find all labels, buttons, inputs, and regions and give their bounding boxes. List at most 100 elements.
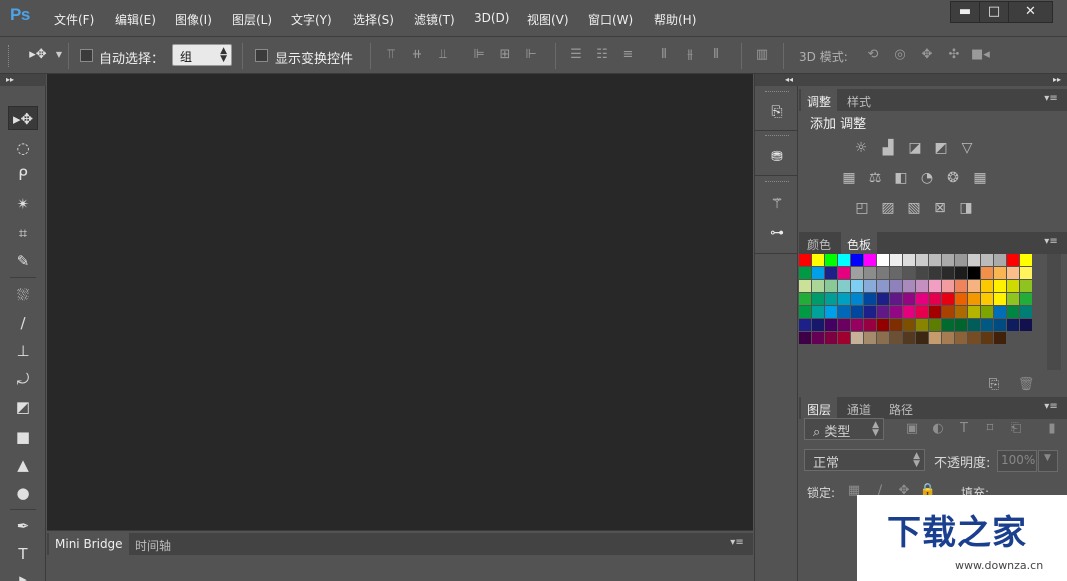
lasso-tool-icon[interactable]: ᑭ (8, 163, 38, 187)
color-swatch[interactable] (955, 306, 968, 319)
color-swatch[interactable] (1007, 293, 1020, 306)
color-swatch[interactable] (799, 319, 812, 332)
align-vcenter-icon[interactable]: ⧺ (408, 46, 426, 64)
options-grip[interactable] (8, 45, 11, 67)
black-white-icon[interactable]: ◧ (891, 169, 911, 187)
filter-adjustment-icon[interactable]: ◐ (929, 420, 947, 438)
color-swatch[interactable] (877, 293, 890, 306)
opacity-input[interactable]: 100% (997, 450, 1037, 472)
color-swatch[interactable] (968, 332, 981, 345)
distribute-hcenter-icon[interactable]: ⫵ (681, 46, 699, 64)
history-panel-icon[interactable]: ⎘ (764, 101, 790, 123)
color-swatch[interactable] (864, 319, 877, 332)
color-swatch[interactable] (825, 306, 838, 319)
move-tool-icon[interactable]: ▸✥ (8, 106, 38, 130)
marquee-tool-icon[interactable]: ◌ (8, 136, 38, 160)
color-swatch[interactable] (955, 293, 968, 306)
crop-tool-icon[interactable]: ⌗ (8, 221, 38, 245)
color-swatch[interactable] (799, 254, 812, 267)
color-swatch[interactable] (812, 319, 825, 332)
color-swatch[interactable] (942, 319, 955, 332)
pen-tool-icon[interactable]: ✒ (8, 514, 38, 538)
blend-mode-dropdown[interactable]: 正常 ▲ ▼ (804, 449, 925, 471)
color-swatch[interactable] (981, 293, 994, 306)
color-swatch[interactable] (942, 293, 955, 306)
color-swatch[interactable] (1007, 267, 1020, 280)
color-swatch[interactable] (916, 280, 929, 293)
path-selection-tool-icon[interactable]: ▸ (8, 567, 38, 581)
color-swatch[interactable] (890, 319, 903, 332)
show-transform-checkbox[interactable] (255, 49, 268, 62)
curves-icon[interactable]: ◪ (905, 139, 925, 157)
chevron-down-icon[interactable]: ▼ (54, 46, 64, 64)
type-tool-icon[interactable]: T (8, 542, 38, 566)
brush-settings-icon[interactable]: ⊶ (764, 222, 790, 244)
color-swatch[interactable] (968, 319, 981, 332)
dodge-tool-icon[interactable]: ● (8, 481, 38, 505)
color-swatch[interactable] (812, 332, 825, 345)
color-swatch[interactable] (890, 267, 903, 280)
tab-color[interactable]: 颜色 (801, 232, 837, 254)
swatches-scrollbar[interactable] (1047, 254, 1061, 370)
color-swatch[interactable] (1007, 306, 1020, 319)
color-swatch[interactable] (981, 306, 994, 319)
color-swatch[interactable] (968, 254, 981, 267)
panel-menu-icon[interactable]: ▾≡ (1043, 400, 1059, 414)
color-swatch[interactable] (929, 280, 942, 293)
color-swatch[interactable] (994, 306, 1007, 319)
color-swatch[interactable] (838, 332, 851, 345)
color-swatch[interactable] (955, 280, 968, 293)
color-swatch[interactable] (890, 306, 903, 319)
menu-edit[interactable]: 编辑(E) (115, 11, 156, 28)
color-swatch[interactable] (825, 293, 838, 306)
color-swatch[interactable] (968, 267, 981, 280)
clone-stamp-tool-icon[interactable]: ⊥ (8, 339, 38, 363)
color-swatch[interactable] (916, 332, 929, 345)
color-swatch[interactable] (890, 254, 903, 267)
tab-swatches[interactable]: 色板 (841, 232, 878, 254)
tab-mini-bridge[interactable]: Mini Bridge (49, 533, 129, 555)
dock-collapse-button[interactable]: ◂◂ (755, 74, 799, 86)
layer-filter-kind[interactable]: ⌕ 类型 ▲ ▼ (804, 418, 884, 440)
color-swatch[interactable] (877, 254, 890, 267)
color-swatch[interactable] (942, 280, 955, 293)
new-swatch-icon[interactable]: ⎘ (985, 376, 1003, 394)
distribute-vcenter-icon[interactable]: ☷ (593, 46, 611, 64)
vibrance-icon[interactable]: ▽ (957, 139, 977, 157)
color-swatch[interactable] (929, 254, 942, 267)
color-swatch[interactable] (903, 267, 916, 280)
color-swatch[interactable] (799, 280, 812, 293)
color-swatch[interactable] (903, 332, 916, 345)
color-swatch[interactable] (890, 280, 903, 293)
color-swatch[interactable] (1020, 293, 1033, 306)
color-swatch[interactable] (968, 280, 981, 293)
color-swatch[interactable] (851, 254, 864, 267)
tab-channels[interactable]: 通道 (841, 397, 877, 419)
color-swatch[interactable] (851, 319, 864, 332)
dock-grip[interactable] (765, 91, 789, 93)
color-swatch[interactable] (916, 319, 929, 332)
color-swatch[interactable] (903, 254, 916, 267)
opacity-slider-toggle[interactable]: ▼ (1038, 450, 1058, 472)
tab-styles[interactable]: 样式 (841, 89, 877, 111)
color-swatch[interactable] (916, 293, 929, 306)
color-swatch[interactable] (812, 254, 825, 267)
channel-mixer-icon[interactable]: ❂ (943, 169, 963, 187)
color-swatch[interactable] (825, 280, 838, 293)
color-swatch[interactable] (994, 254, 1007, 267)
color-swatch[interactable] (955, 267, 968, 280)
auto-align-icon[interactable]: ▥ (753, 46, 771, 64)
3d-slide-icon[interactable]: ✣ (945, 46, 963, 64)
exposure-icon[interactable]: ◩ (931, 139, 951, 157)
spot-healing-tool-icon[interactable]: ⛆ (8, 283, 38, 307)
color-swatch[interactable] (864, 254, 877, 267)
color-swatch[interactable] (916, 254, 929, 267)
color-swatch[interactable] (877, 267, 890, 280)
color-swatch[interactable] (955, 332, 968, 345)
color-swatch[interactable] (851, 293, 864, 306)
color-swatch[interactable] (864, 267, 877, 280)
color-swatch[interactable] (994, 293, 1007, 306)
color-swatch[interactable] (864, 293, 877, 306)
color-swatch[interactable] (864, 280, 877, 293)
color-swatch[interactable] (825, 267, 838, 280)
